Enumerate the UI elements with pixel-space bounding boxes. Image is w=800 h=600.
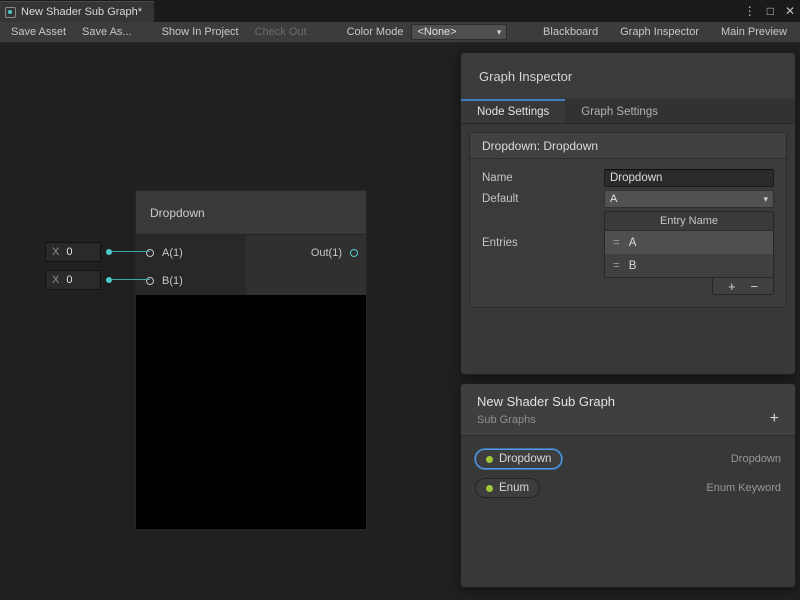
- input-port-a-label: A(1): [162, 247, 183, 259]
- blackboard-header: New Shader Sub Graph Sub Graphs +: [461, 384, 795, 436]
- port-b-value: 0: [66, 274, 72, 286]
- graph-inspector-title: Graph Inspector: [461, 53, 795, 99]
- node-preview: [135, 295, 367, 530]
- entries-list: Entry Name = A = B: [604, 211, 774, 278]
- close-icon[interactable]: ✕: [785, 4, 795, 18]
- port-row-a: A(1): [146, 239, 183, 267]
- name-input[interactable]: [604, 169, 774, 187]
- graph-inspector-panel: Graph Inspector Node Settings Graph Sett…: [460, 52, 796, 375]
- menu-icon[interactable]: ⋮: [744, 4, 756, 18]
- document-tab-title: New Shader Sub Graph*: [21, 6, 142, 18]
- entries-row: Entries Entry Name = A = B: [482, 211, 774, 295]
- section-body: Name Default A ▾ Entries: [470, 159, 786, 307]
- main-preview-toggle-button[interactable]: Main Preview: [713, 24, 795, 40]
- blackboard-row: Enum Enum Keyword: [475, 477, 781, 499]
- name-row: Name: [482, 169, 774, 187]
- color-mode-value: <None>: [417, 26, 456, 38]
- exposed-dot-icon: [486, 485, 493, 492]
- tab-graph-settings[interactable]: Graph Settings: [565, 99, 674, 123]
- default-row: Default A ▾: [482, 190, 774, 208]
- entries-label: Entries: [482, 211, 604, 249]
- entry-value: B: [629, 260, 637, 272]
- show-in-project-button[interactable]: Show In Project: [154, 24, 247, 40]
- maximize-icon[interactable]: □: [767, 4, 774, 18]
- inspector-tab-bar: Node Settings Graph Settings: [461, 99, 795, 124]
- output-port-label: Out(1): [311, 247, 342, 259]
- entry-value: A: [629, 237, 637, 249]
- blackboard-subtitle: Sub Graphs: [477, 414, 779, 426]
- edge-a: [112, 251, 150, 252]
- axis-label: X: [52, 246, 59, 258]
- port-a-value-field[interactable]: X 0: [45, 242, 101, 262]
- default-label: Default: [482, 193, 604, 205]
- shader-graph-icon: [5, 7, 16, 18]
- color-mode-label: Color Mode: [343, 24, 408, 40]
- entries-list-wrap: Entry Name = A = B: [604, 211, 774, 295]
- property-pill-dropdown[interactable]: Dropdown: [475, 449, 562, 469]
- toolbar-right-group: Blackboard Graph Inspector Main Preview: [535, 24, 797, 40]
- remove-entry-button[interactable]: −: [750, 280, 758, 293]
- check-out-button: Check Out: [247, 24, 315, 40]
- property-pill-enum[interactable]: Enum: [475, 478, 540, 498]
- unity-shader-graph-window: New Shader Sub Graph* ⋮ □ ✕ Save Asset S…: [0, 0, 800, 600]
- color-mode-dropdown[interactable]: <None> ▾: [411, 24, 507, 40]
- drag-handle-icon[interactable]: =: [613, 237, 620, 249]
- toolbar: Save Asset Save As... Show In Project Ch…: [0, 22, 800, 43]
- inspector-content: Dropdown: Dropdown Name Default A ▾: [461, 124, 795, 316]
- default-dropdown[interactable]: A ▾: [604, 190, 774, 208]
- chevron-down-icon: ▾: [763, 194, 768, 205]
- graph-inspector-toggle-button[interactable]: Graph Inspector: [612, 24, 707, 40]
- edge-b: [112, 279, 150, 280]
- input-port-b-label: B(1): [162, 275, 183, 287]
- edge-connector-dot: [106, 277, 112, 283]
- port-row-out: Out(1): [311, 239, 358, 267]
- port-a-value: 0: [66, 246, 72, 258]
- document-tab[interactable]: New Shader Sub Graph*: [0, 1, 154, 22]
- default-value: A: [610, 193, 617, 205]
- property-name: Enum: [499, 482, 529, 494]
- blackboard-title: New Shader Sub Graph: [477, 394, 779, 409]
- axis-label: X: [52, 274, 59, 286]
- entry-row-b[interactable]: = B: [605, 254, 773, 277]
- entries-footer: + −: [604, 278, 774, 295]
- save-as-button[interactable]: Save As...: [74, 24, 140, 40]
- port-b-value-field[interactable]: X 0: [45, 270, 101, 290]
- node-dropdown-header[interactable]: Dropdown: [135, 190, 367, 235]
- property-type: Dropdown: [731, 453, 781, 465]
- dropdown-settings-section: Dropdown: Dropdown Name Default A ▾: [469, 132, 787, 308]
- port-row-b: B(1): [146, 267, 183, 295]
- section-title: Dropdown: Dropdown: [470, 133, 786, 159]
- chevron-down-icon: ▾: [497, 27, 502, 38]
- entries-header: Entry Name: [605, 212, 773, 231]
- window-controls: ⋮ □ ✕: [744, 0, 795, 22]
- name-label: Name: [482, 172, 604, 184]
- add-property-button[interactable]: +: [770, 410, 779, 428]
- property-name: Dropdown: [499, 453, 551, 465]
- node-title: Dropdown: [150, 206, 205, 220]
- window-tab-strip: New Shader Sub Graph* ⋮ □ ✕: [0, 0, 800, 22]
- add-entry-button[interactable]: +: [728, 280, 736, 293]
- blackboard-row: Dropdown Dropdown: [475, 448, 781, 470]
- entry-row-a[interactable]: = A: [605, 231, 773, 254]
- blackboard-body: Dropdown Dropdown Enum Enum Keyword: [461, 436, 795, 511]
- tab-node-settings[interactable]: Node Settings: [461, 99, 565, 123]
- drag-handle-icon[interactable]: =: [613, 260, 620, 272]
- save-asset-button[interactable]: Save Asset: [3, 24, 74, 40]
- entries-footer-bar: + −: [712, 278, 774, 295]
- output-port[interactable]: [350, 249, 358, 257]
- edge-connector-dot: [106, 249, 112, 255]
- exposed-dot-icon: [486, 456, 493, 463]
- node-dropdown-body[interactable]: A(1) B(1) Out(1): [135, 235, 367, 295]
- property-type: Enum Keyword: [706, 482, 781, 494]
- blackboard-panel: New Shader Sub Graph Sub Graphs + Dropdo…: [460, 383, 796, 588]
- blackboard-toggle-button[interactable]: Blackboard: [535, 24, 606, 40]
